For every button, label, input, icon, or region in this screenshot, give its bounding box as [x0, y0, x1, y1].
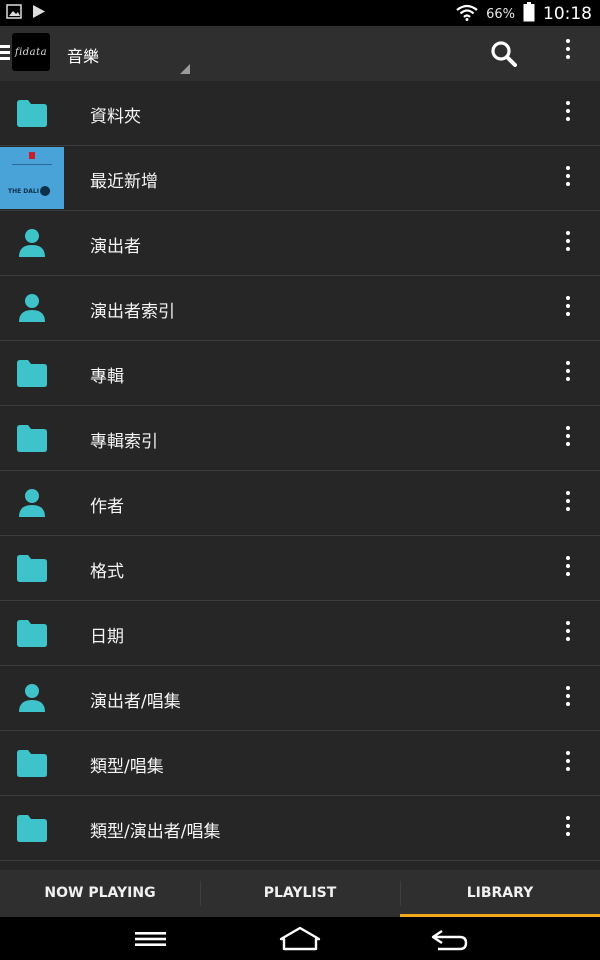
list-item-label: 專輯索引: [90, 432, 158, 452]
list-item[interactable]: 演出者/唱集: [0, 666, 600, 731]
more-options-icon[interactable]: [556, 296, 580, 320]
app-logo[interactable]: fidata: [12, 33, 50, 71]
folder-icon: [16, 358, 48, 388]
list-item[interactable]: 專輯: [0, 341, 600, 406]
more-options-icon[interactable]: [556, 556, 580, 580]
list-item[interactable]: 演出者索引: [0, 276, 600, 341]
more-options-icon[interactable]: [556, 166, 580, 190]
app-title[interactable]: 音樂: [67, 43, 99, 67]
folder-icon: [16, 748, 48, 778]
list-item-label: 演出者: [90, 237, 141, 257]
recent-apps-icon[interactable]: [120, 923, 180, 955]
list-item[interactable]: 資料夾: [0, 81, 600, 146]
gallery-icon: [6, 4, 22, 23]
tab-now-playing[interactable]: NOW PLAYING: [0, 870, 200, 917]
list-item-label: 演出者索引: [90, 302, 175, 322]
list-item-label: 資料夾: [90, 107, 141, 127]
status-bar: 66% 10:18: [0, 0, 600, 26]
person-icon: [16, 228, 48, 258]
list-item-label: 最近新增: [90, 172, 158, 192]
more-options-icon[interactable]: [556, 39, 580, 69]
more-options-icon[interactable]: [556, 751, 580, 775]
more-options-icon[interactable]: [556, 686, 580, 710]
list-item-label: 類型/唱集: [90, 757, 164, 777]
more-options-icon[interactable]: [556, 101, 580, 125]
list-item[interactable]: 格式: [0, 536, 600, 601]
list-item[interactable]: 類型/唱集: [0, 731, 600, 796]
folder-icon: [16, 98, 48, 128]
list-item[interactable]: 作者: [0, 471, 600, 536]
clock: 10:18: [543, 4, 592, 24]
tab-playlist[interactable]: PLAYLIST: [200, 870, 400, 917]
list-item[interactable]: 專輯索引: [0, 406, 600, 471]
list-item-label: 日期: [90, 627, 124, 647]
system-nav-bar: [0, 917, 600, 960]
more-options-icon[interactable]: [556, 361, 580, 385]
home-icon[interactable]: [270, 923, 330, 955]
library-list: 資料夾 THE DALI CD 最近新增演出者演出者索引專輯專輯索引作者格式日期演出…: [0, 81, 600, 861]
album-art: THE DALI CD: [0, 147, 64, 209]
list-item-label: 作者: [90, 497, 124, 517]
folder-icon: [16, 618, 48, 648]
list-item-label: 格式: [90, 562, 124, 582]
person-icon: [16, 293, 48, 323]
list-item-label: 專輯: [90, 367, 124, 387]
battery-percent: 66%: [486, 6, 515, 22]
list-item[interactable]: THE DALI CD 最近新增: [0, 146, 600, 211]
app-logo-text: fidata: [14, 46, 48, 58]
list-item[interactable]: 類型/演出者/唱集: [0, 796, 600, 861]
more-options-icon[interactable]: [556, 426, 580, 450]
battery-icon: [523, 2, 535, 26]
list-item-label: 演出者/唱集: [90, 692, 181, 712]
spinner-indicator-icon[interactable]: [180, 64, 190, 74]
tab-library[interactable]: LIBRARY: [400, 870, 600, 917]
wifi-icon: [456, 4, 478, 25]
person-icon: [16, 488, 48, 518]
back-icon[interactable]: [420, 923, 480, 955]
app-bar: fidata 音樂: [0, 26, 600, 81]
tab-bar: NOW PLAYING PLAYLIST LIBRARY: [0, 870, 600, 917]
more-options-icon[interactable]: [556, 621, 580, 645]
folder-icon: [16, 813, 48, 843]
folder-icon: [16, 423, 48, 453]
drawer-icon[interactable]: [0, 45, 10, 61]
list-item[interactable]: 日期: [0, 601, 600, 666]
folder-icon: [16, 553, 48, 583]
more-options-icon[interactable]: [556, 491, 580, 515]
person-icon: [16, 683, 48, 713]
list-item-label: 類型/演出者/唱集: [90, 822, 221, 842]
more-options-icon[interactable]: [556, 816, 580, 840]
list-item[interactable]: 演出者: [0, 211, 600, 276]
play-icon: [32, 4, 46, 23]
more-options-icon[interactable]: [556, 231, 580, 255]
search-icon[interactable]: [490, 40, 518, 68]
